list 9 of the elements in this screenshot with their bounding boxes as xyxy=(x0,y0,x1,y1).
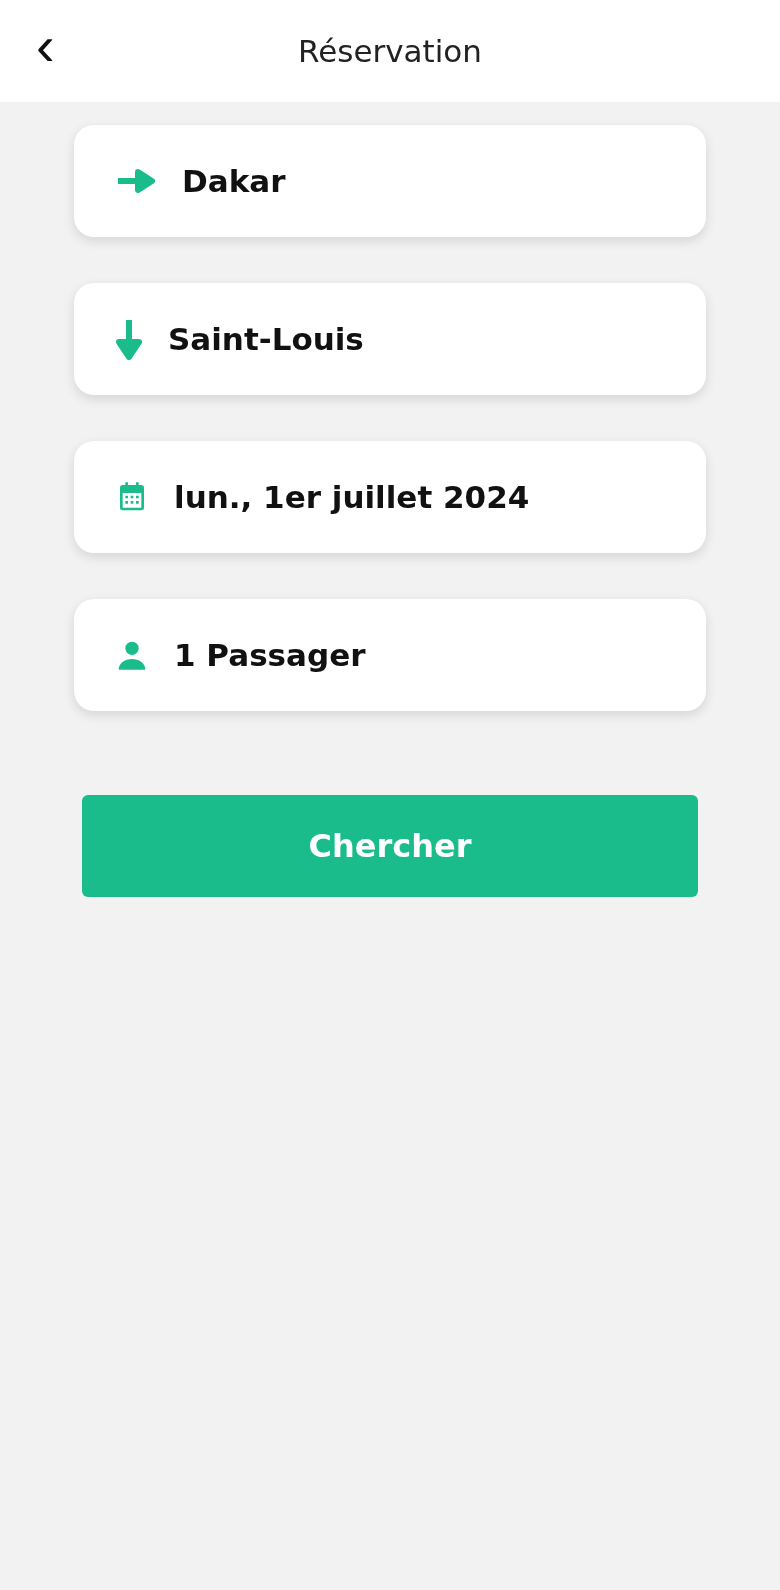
arrow-right-icon xyxy=(116,169,156,193)
input-field[interactable]: lun., 1er juillet 2024 xyxy=(74,441,706,553)
person-icon xyxy=(116,639,148,671)
screen-title: Réservation xyxy=(298,33,482,69)
input-field[interactable]: 1 Passager xyxy=(74,599,706,711)
input-field[interactable]: Saint-Louis xyxy=(74,283,706,395)
input-field[interactable]: Dakar xyxy=(74,125,706,237)
arrow-down-icon xyxy=(116,318,142,360)
back-button[interactable]: ‹ xyxy=(30,22,61,70)
